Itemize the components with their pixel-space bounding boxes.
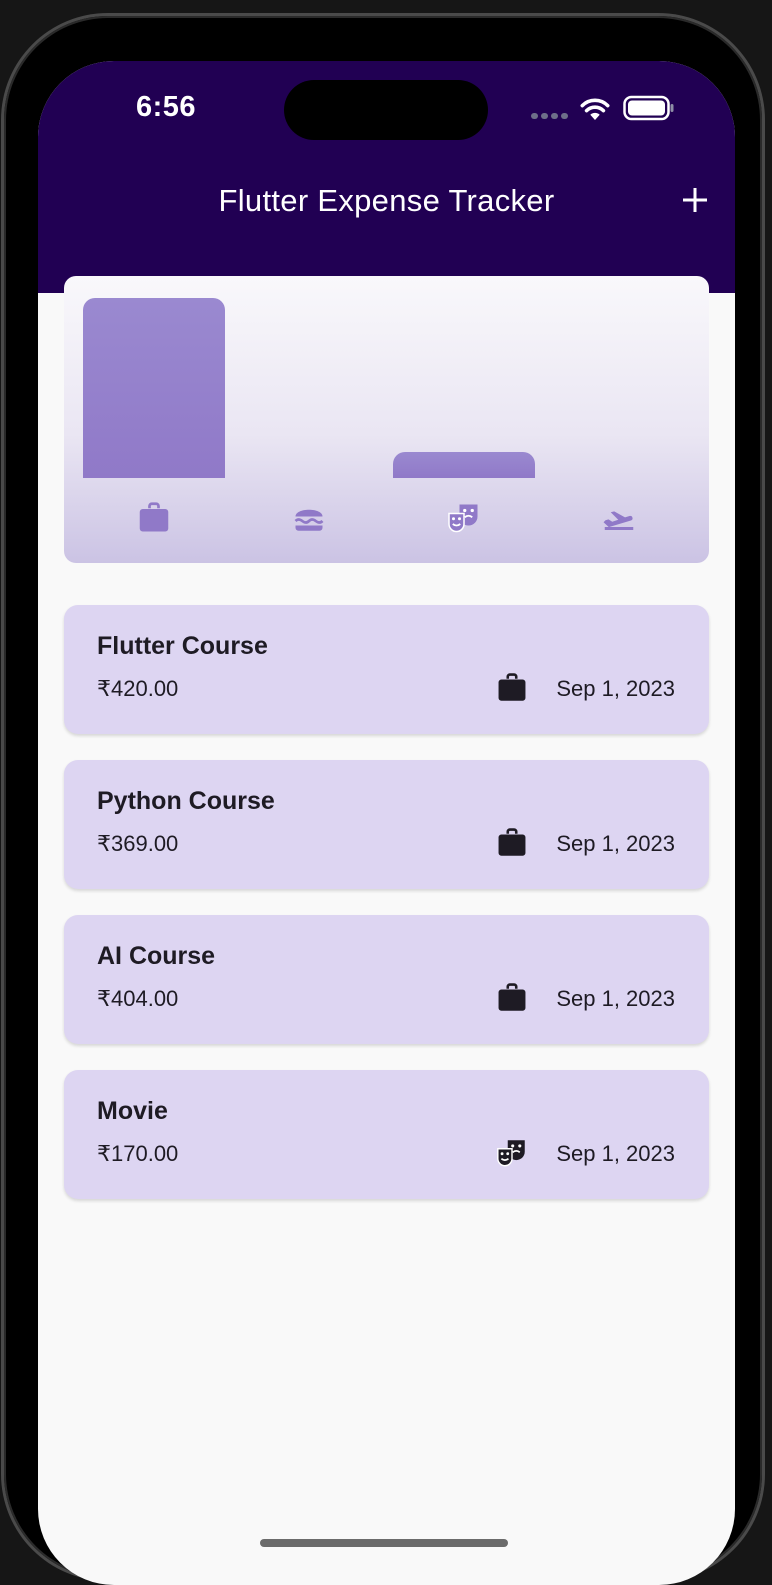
- expense-card[interactable]: Movie ₹170.00 Sep 1, 2023: [64, 1070, 709, 1199]
- theater-masks-icon: [446, 500, 482, 536]
- expense-date: Sep 1, 2023: [556, 676, 675, 701]
- expense-amount: ₹420.00: [97, 676, 179, 701]
- add-expense-button[interactable]: [675, 180, 715, 220]
- cellular-signal-icon: [531, 113, 568, 119]
- status-bar: 6:56: [38, 61, 735, 163]
- expense-amount: ₹404.00: [97, 986, 179, 1011]
- expense-date: Sep 1, 2023: [556, 1141, 675, 1166]
- expense-card[interactable]: Python Course ₹369.00 Sep 1, 2023: [64, 760, 709, 889]
- expense-title: Flutter Course: [97, 632, 268, 660]
- chart-bar-leisure: [393, 452, 535, 478]
- expense-card[interactable]: AI Course ₹404.00 Sep 1, 2023: [64, 915, 709, 1044]
- briefcase-icon: [495, 981, 529, 1015]
- dynamic-island: [284, 80, 488, 140]
- theater-masks-icon: [495, 1136, 529, 1170]
- expense-title: AI Course: [97, 942, 216, 970]
- expense-title: Movie: [97, 1097, 168, 1125]
- expense-chart: [64, 276, 709, 563]
- expense-date: Sep 1, 2023: [556, 986, 675, 1011]
- expense-list: Flutter Course ₹420.00 Sep 1, 2023 Pytho…: [64, 605, 709, 1225]
- wifi-icon: [580, 98, 610, 120]
- status-time: 6:56: [136, 91, 197, 123]
- expense-amount: ₹170.00: [97, 1141, 179, 1166]
- battery-icon: [623, 95, 674, 121]
- plus-icon: [683, 188, 707, 212]
- expense-card[interactable]: Flutter Course ₹420.00 Sep 1, 2023: [64, 605, 709, 734]
- burger-icon: [291, 500, 327, 536]
- app-bar: Flutter Expense Tracker: [38, 163, 735, 293]
- app-title: Flutter Expense Tracker: [218, 183, 555, 218]
- flight-takeoff-icon: [601, 500, 637, 536]
- expense-date: Sep 1, 2023: [556, 831, 675, 856]
- phone-frame: 6:56 Flutter Expense Tracker Flutter Cou…: [4, 16, 762, 1585]
- briefcase-icon: [136, 500, 172, 536]
- home-indicator[interactable]: [260, 1539, 508, 1547]
- briefcase-icon: [495, 671, 529, 705]
- screen: 6:56 Flutter Expense Tracker Flutter Cou…: [38, 61, 735, 1585]
- expense-title: Python Course: [97, 787, 275, 815]
- briefcase-icon: [495, 826, 529, 860]
- chart-bar-work: [83, 298, 225, 478]
- chart-bars: [64, 276, 709, 478]
- expense-amount: ₹369.00: [97, 831, 179, 856]
